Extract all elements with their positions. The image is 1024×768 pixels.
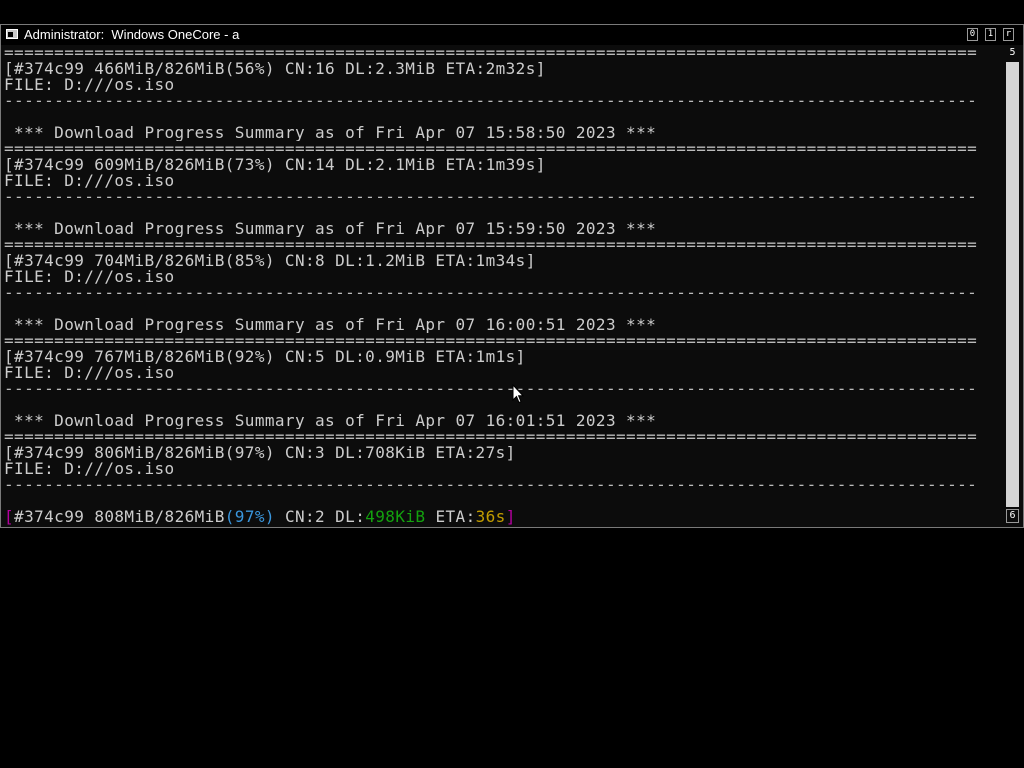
console-line: [#374c99 704MiB/826MiB(85%) CN:8 DL:1.2M… <box>4 253 536 269</box>
status-eta-label: ETA: <box>425 509 476 525</box>
status-connections: CN:2 <box>274 509 336 525</box>
status-close-bracket: ] <box>505 509 516 525</box>
console-line: FILE: D:///os.iso <box>4 461 175 477</box>
console-window: Administrator: Windows OneCore - a 0 1 r… <box>0 24 1024 528</box>
status-dl-speed: 498KiB <box>365 509 426 525</box>
status-eta-value: 36s <box>475 509 506 525</box>
separator-double: ========================================… <box>4 237 978 253</box>
console-line: [#374c99 609MiB/826MiB(73%) CN:14 DL:2.1… <box>4 157 546 173</box>
console-line: *** Download Progress Summary as of Fri … <box>4 413 657 429</box>
console-line: FILE: D:///os.iso <box>4 173 175 189</box>
console-line: [#374c99 466MiB/826MiB(56%) CN:16 DL:2.3… <box>4 61 546 77</box>
title-bar[interactable]: Administrator: Windows OneCore - a 0 1 r <box>1 25 1023 45</box>
console-app-icon[interactable] <box>6 29 18 39</box>
separator-double: ========================================… <box>4 429 978 445</box>
console-line: [#374c99 767MiB/826MiB(92%) CN:5 DL:0.9M… <box>4 349 526 365</box>
console-line: *** Download Progress Summary as of Fri … <box>4 317 657 333</box>
separator-double: ========================================… <box>4 45 978 61</box>
separator-single: ----------------------------------------… <box>4 93 978 109</box>
console-line: *** Download Progress Summary as of Fri … <box>4 221 657 237</box>
console-line: FILE: D:///os.iso <box>4 365 175 381</box>
restore-button[interactable]: r <box>1003 28 1014 41</box>
scroll-down-button[interactable]: 6 <box>1006 509 1019 523</box>
scrollbar-thumb[interactable] <box>1006 62 1019 507</box>
scroll-up-button[interactable]: 5 <box>1006 46 1019 60</box>
vertical-scrollbar[interactable]: 5 6 <box>1004 45 1021 525</box>
separator-single: ----------------------------------------… <box>4 285 978 301</box>
separator-single: ----------------------------------------… <box>4 189 978 205</box>
separator-single: ----------------------------------------… <box>4 477 978 493</box>
live-status-line: [#374c99 808MiB/826MiB(97%) CN:2 DL:498K… <box>4 509 1002 525</box>
maximize-button[interactable]: 1 <box>985 28 996 41</box>
status-percent: (97%) <box>224 509 275 525</box>
status-dl-label: DL: <box>335 509 366 525</box>
status-gid: #374c99 <box>14 509 95 525</box>
separator-double: ========================================… <box>4 141 978 157</box>
status-progress: 808MiB/826MiB <box>94 509 225 525</box>
console-line: *** Download Progress Summary as of Fri … <box>4 125 657 141</box>
window-title: Administrator: Windows OneCore - a <box>24 27 240 42</box>
separator-single: ----------------------------------------… <box>4 381 978 397</box>
console-line: FILE: D:///os.iso <box>4 269 175 285</box>
console-output[interactable]: ========================================… <box>4 45 1002 525</box>
minimize-button[interactable]: 0 <box>967 28 978 41</box>
console-line: FILE: D:///os.iso <box>4 77 175 93</box>
separator-double: ========================================… <box>4 333 978 349</box>
console-line: [#374c99 806MiB/826MiB(97%) CN:3 DL:708K… <box>4 445 516 461</box>
status-open-bracket: [ <box>4 509 15 525</box>
mouse-pointer-icon <box>512 384 524 404</box>
